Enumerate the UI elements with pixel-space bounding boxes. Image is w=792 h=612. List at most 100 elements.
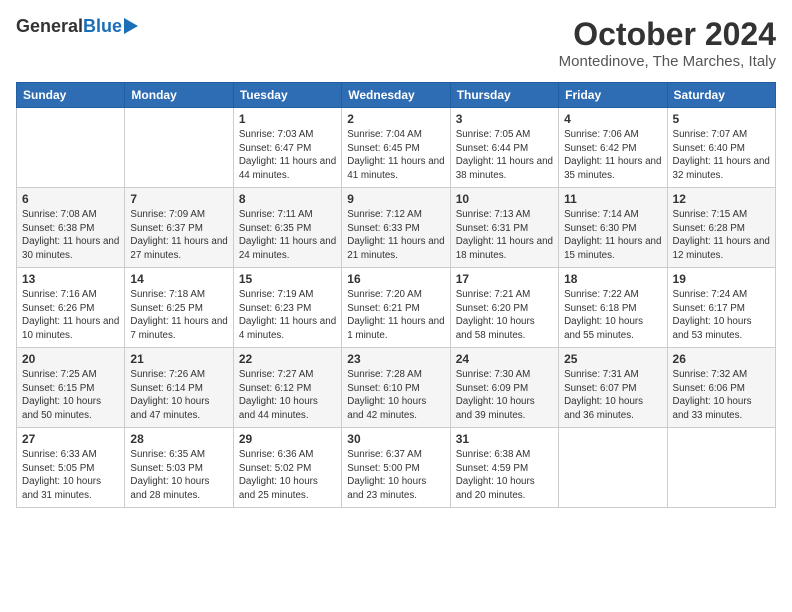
day-number: 19 <box>673 272 770 286</box>
calendar-cell: 6Sunrise: 7:08 AM Sunset: 6:38 PM Daylig… <box>17 188 125 268</box>
day-number: 2 <box>347 112 444 126</box>
calendar-week-row: 13Sunrise: 7:16 AM Sunset: 6:26 PM Dayli… <box>17 268 776 348</box>
day-info: Sunrise: 7:27 AM Sunset: 6:12 PM Dayligh… <box>239 368 336 423</box>
day-number: 5 <box>673 112 770 126</box>
calendar-cell: 12 Sunrise: 7:15 AM Sunset: 6:28 PM Dayli… <box>667 188 775 268</box>
calendar-cell: 1Sunrise: 7:03 AM Sunset: 6:47 PM Daylig… <box>233 108 341 188</box>
calendar-cell: 31 Sunrise: 6:38 AM Sunset: 4:59 PM Dayli… <box>450 428 558 508</box>
logo: General Blue <box>16 16 138 37</box>
day-of-week-header: Thursday <box>450 83 558 108</box>
calendar-cell: 21Sunrise: 7:26 AM Sunset: 6:14 PM Dayli… <box>125 348 233 428</box>
day-number: 7 <box>130 192 227 206</box>
calendar-table: SundayMondayTuesdayWednesdayThursdayFrid… <box>16 82 776 508</box>
day-info: Sunrise: 7:09 AM Sunset: 6:37 PM Dayligh… <box>130 208 227 263</box>
day-info: Sunrise: 7:14 AM Sunset: 6:30 PM Dayligh… <box>564 208 661 263</box>
calendar-cell: 23 Sunrise: 7:28 AM Sunset: 6:10 PM Dayli… <box>342 348 450 428</box>
day-info: Sunrise: 7:13 AM Sunset: 6:31 PM Dayligh… <box>456 208 553 263</box>
calendar-cell: 11Sunrise: 7:14 AM Sunset: 6:30 PM Dayli… <box>559 188 667 268</box>
day-number: 24 <box>456 352 553 366</box>
day-info: Sunrise: 7:04 AM Sunset: 6:45 PM Dayligh… <box>347 128 444 183</box>
day-info: Sunrise: 7:07 AM Sunset: 6:40 PM Dayligh… <box>673 128 770 183</box>
calendar-cell: 26 Sunrise: 7:32 AM Sunset: 6:06 PM Dayli… <box>667 348 775 428</box>
day-of-week-header: Monday <box>125 83 233 108</box>
day-number: 22 <box>239 352 336 366</box>
day-info: Sunrise: 7:19 AM Sunset: 6:23 PM Dayligh… <box>239 288 336 343</box>
day-number: 9 <box>347 192 444 206</box>
day-number: 27 <box>22 432 119 446</box>
day-number: 4 <box>564 112 661 126</box>
day-info: Sunrise: 6:35 AM Sunset: 5:03 PM Dayligh… <box>130 448 227 503</box>
day-info: Sunrise: 7:24 AM Sunset: 6:17 PM Dayligh… <box>673 288 770 343</box>
day-info: Sunrise: 7:06 AM Sunset: 6:42 PM Dayligh… <box>564 128 661 183</box>
calendar-cell: 4 Sunrise: 7:06 AM Sunset: 6:42 PM Daylig… <box>559 108 667 188</box>
calendar-cell: 29 Sunrise: 6:36 AM Sunset: 5:02 PM Dayli… <box>233 428 341 508</box>
day-of-week-header: Wednesday <box>342 83 450 108</box>
calendar-week-row: 6Sunrise: 7:08 AM Sunset: 6:38 PM Daylig… <box>17 188 776 268</box>
day-info: Sunrise: 7:32 AM Sunset: 6:06 PM Dayligh… <box>673 368 770 423</box>
day-info: Sunrise: 6:33 AM Sunset: 5:05 PM Dayligh… <box>22 448 119 503</box>
calendar-cell: 17 Sunrise: 7:21 AM Sunset: 6:20 PM Dayli… <box>450 268 558 348</box>
calendar-cell: 3 Sunrise: 7:05 AM Sunset: 6:44 PM Daylig… <box>450 108 558 188</box>
day-info: Sunrise: 7:16 AM Sunset: 6:26 PM Dayligh… <box>22 288 119 343</box>
day-of-week-header: Saturday <box>667 83 775 108</box>
month-title: October 2024 <box>559 16 776 53</box>
logo-arrow-icon <box>124 18 138 34</box>
calendar-cell <box>559 428 667 508</box>
page-header: General Blue October 2024 Montedinove, T… <box>16 16 776 70</box>
day-number: 14 <box>130 272 227 286</box>
location-text: Montedinove, The Marches, Italy <box>559 53 776 70</box>
calendar-cell: 19 Sunrise: 7:24 AM Sunset: 6:17 PM Dayli… <box>667 268 775 348</box>
day-info: Sunrise: 7:05 AM Sunset: 6:44 PM Dayligh… <box>456 128 553 183</box>
day-of-week-header: Tuesday <box>233 83 341 108</box>
day-number: 31 <box>456 432 553 446</box>
day-number: 3 <box>456 112 553 126</box>
day-number: 10 <box>456 192 553 206</box>
day-info: Sunrise: 7:12 AM Sunset: 6:33 PM Dayligh… <box>347 208 444 263</box>
day-info: Sunrise: 7:22 AM Sunset: 6:18 PM Dayligh… <box>564 288 661 343</box>
day-number: 23 <box>347 352 444 366</box>
calendar-cell: 2 Sunrise: 7:04 AM Sunset: 6:45 PM Daylig… <box>342 108 450 188</box>
day-info: Sunrise: 7:30 AM Sunset: 6:09 PM Dayligh… <box>456 368 553 423</box>
title-block: October 2024 Montedinove, The Marches, I… <box>559 16 776 70</box>
day-info: Sunrise: 7:28 AM Sunset: 6:10 PM Dayligh… <box>347 368 444 423</box>
day-number: 25 <box>564 352 661 366</box>
day-number: 16 <box>347 272 444 286</box>
day-number: 1 <box>239 112 336 126</box>
day-number: 30 <box>347 432 444 446</box>
calendar-cell <box>17 108 125 188</box>
day-number: 12 <box>673 192 770 206</box>
day-info: Sunrise: 6:36 AM Sunset: 5:02 PM Dayligh… <box>239 448 336 503</box>
day-info: Sunrise: 7:21 AM Sunset: 6:20 PM Dayligh… <box>456 288 553 343</box>
calendar-cell: 8Sunrise: 7:11 AM Sunset: 6:35 PM Daylig… <box>233 188 341 268</box>
calendar-week-row: 27 Sunrise: 6:33 AM Sunset: 5:05 PM Dayli… <box>17 428 776 508</box>
day-number: 15 <box>239 272 336 286</box>
logo-general-text: General <box>16 16 83 37</box>
calendar-cell: 10 Sunrise: 7:13 AM Sunset: 6:31 PM Dayli… <box>450 188 558 268</box>
calendar-cell: 15 Sunrise: 7:19 AM Sunset: 6:23 PM Dayli… <box>233 268 341 348</box>
day-info: Sunrise: 7:18 AM Sunset: 6:25 PM Dayligh… <box>130 288 227 343</box>
calendar-cell <box>125 108 233 188</box>
day-info: Sunrise: 7:26 AM Sunset: 6:14 PM Dayligh… <box>130 368 227 423</box>
calendar-week-row: 20Sunrise: 7:25 AM Sunset: 6:15 PM Dayli… <box>17 348 776 428</box>
calendar-cell: 27 Sunrise: 6:33 AM Sunset: 5:05 PM Dayli… <box>17 428 125 508</box>
calendar-cell: 28 Sunrise: 6:35 AM Sunset: 5:03 PM Dayli… <box>125 428 233 508</box>
calendar-cell: 20Sunrise: 7:25 AM Sunset: 6:15 PM Dayli… <box>17 348 125 428</box>
calendar-header-row: SundayMondayTuesdayWednesdayThursdayFrid… <box>17 83 776 108</box>
calendar-cell: 14 Sunrise: 7:18 AM Sunset: 6:25 PM Dayli… <box>125 268 233 348</box>
calendar-cell: 5 Sunrise: 7:07 AM Sunset: 6:40 PM Daylig… <box>667 108 775 188</box>
calendar-cell: 24 Sunrise: 7:30 AM Sunset: 6:09 PM Dayli… <box>450 348 558 428</box>
day-number: 29 <box>239 432 336 446</box>
day-info: Sunrise: 6:38 AM Sunset: 4:59 PM Dayligh… <box>456 448 553 503</box>
calendar-cell: 7 Sunrise: 7:09 AM Sunset: 6:37 PM Daylig… <box>125 188 233 268</box>
day-info: Sunrise: 7:20 AM Sunset: 6:21 PM Dayligh… <box>347 288 444 343</box>
day-number: 28 <box>130 432 227 446</box>
day-number: 17 <box>456 272 553 286</box>
calendar-cell: 9 Sunrise: 7:12 AM Sunset: 6:33 PM Daylig… <box>342 188 450 268</box>
day-info: Sunrise: 7:15 AM Sunset: 6:28 PM Dayligh… <box>673 208 770 263</box>
day-number: 26 <box>673 352 770 366</box>
day-info: Sunrise: 7:25 AM Sunset: 6:15 PM Dayligh… <box>22 368 119 423</box>
calendar-cell: 25Sunrise: 7:31 AM Sunset: 6:07 PM Dayli… <box>559 348 667 428</box>
day-info: Sunrise: 7:08 AM Sunset: 6:38 PM Dayligh… <box>22 208 119 263</box>
calendar-cell: 22 Sunrise: 7:27 AM Sunset: 6:12 PM Dayli… <box>233 348 341 428</box>
day-number: 18 <box>564 272 661 286</box>
